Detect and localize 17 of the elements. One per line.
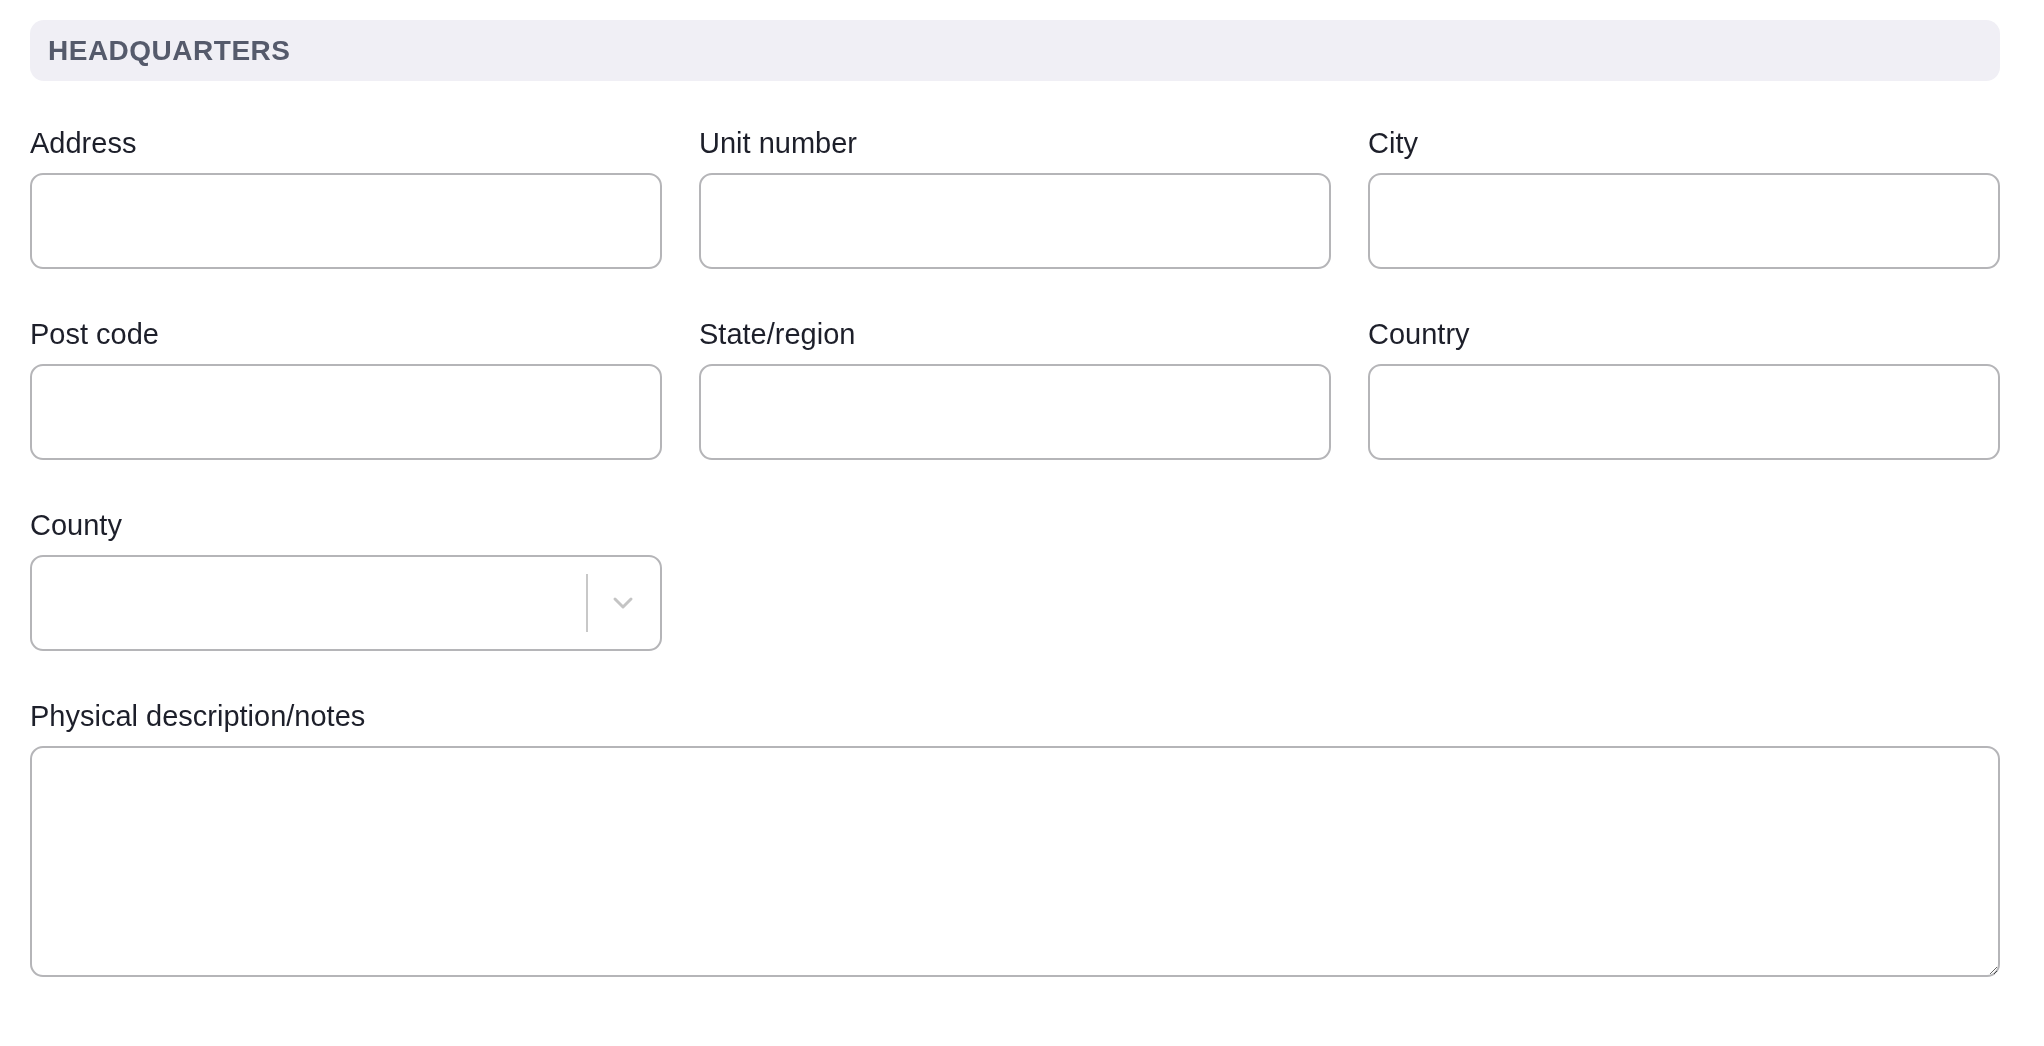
- field-label: Physical description/notes: [30, 699, 367, 734]
- input-field[interactable]: [30, 364, 662, 460]
- field-label: State/region: [699, 317, 857, 352]
- section-title: HEADQUARTERS: [48, 34, 291, 67]
- dropdown-field[interactable]: [30, 555, 662, 651]
- field-label: Address: [30, 126, 138, 161]
- input-field[interactable]: [1368, 364, 2000, 460]
- chevron-down-icon: [612, 596, 634, 610]
- field-label: Country: [1368, 317, 1471, 352]
- input-field[interactable]: [30, 173, 662, 269]
- field-label: City: [1368, 126, 1419, 161]
- field-label: Post code: [30, 317, 160, 352]
- field-label: County: [30, 508, 123, 543]
- input-field[interactable]: [1368, 173, 2000, 269]
- input-field[interactable]: [699, 173, 1331, 269]
- field-label: Unit number: [699, 126, 858, 161]
- input-field[interactable]: [699, 364, 1331, 460]
